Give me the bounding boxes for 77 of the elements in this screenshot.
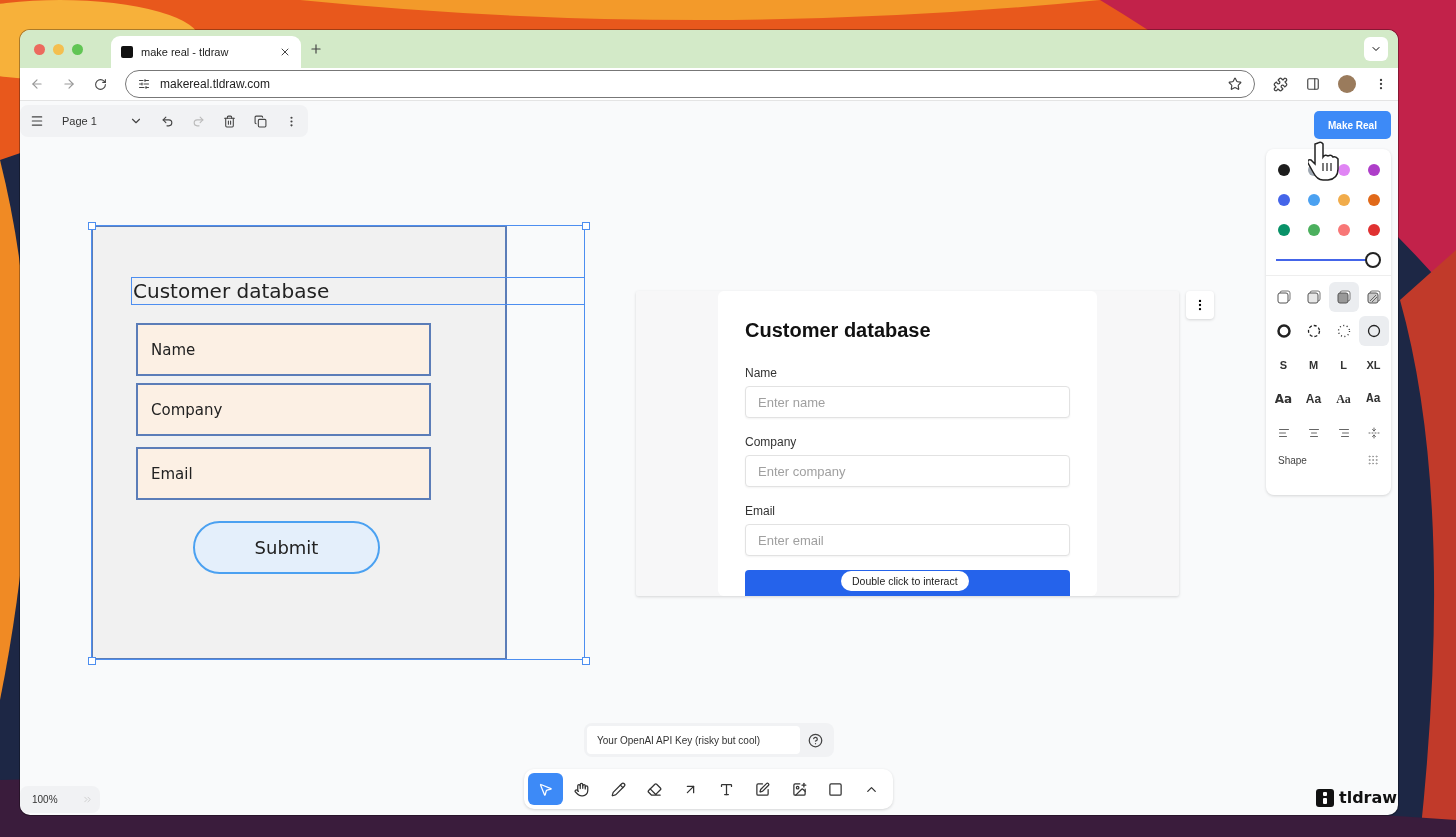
fill-icon (1306, 290, 1321, 304)
close-icon[interactable] (279, 46, 291, 58)
text-icon (719, 781, 735, 797)
sketch-field[interactable]: Name (136, 323, 431, 376)
square-icon (827, 781, 843, 797)
align-icon (1277, 427, 1290, 439)
font-option[interactable]: Aa (1328, 384, 1359, 414)
slider-thumb[interactable] (1365, 252, 1381, 268)
field-label: Company (745, 435, 798, 450)
font-option[interactable]: Aa (1268, 384, 1299, 414)
image-icon (791, 781, 807, 797)
help-icon[interactable] (808, 732, 823, 748)
size-option[interactable]: S (1268, 350, 1299, 380)
align-icon (1367, 427, 1380, 439)
fill-icon (1336, 290, 1351, 304)
forward-icon[interactable] (62, 77, 76, 91)
sketch-field[interactable]: Company (136, 383, 431, 436)
align-icon (1337, 427, 1350, 439)
font-option[interactable]: Aa (1298, 384, 1329, 414)
minimize-window-dot[interactable] (53, 43, 64, 55)
stroke-icon (1366, 324, 1381, 338)
maximize-window-dot[interactable] (72, 43, 83, 55)
sketch-field[interactable]: Email (136, 447, 431, 500)
resize-handle[interactable] (582, 222, 590, 230)
input-field[interactable]: Enter name (745, 386, 1070, 419)
size-option[interactable]: L (1328, 350, 1359, 380)
size-option[interactable]: XL (1358, 350, 1389, 380)
fill-option[interactable] (1328, 282, 1359, 312)
stroke-option[interactable] (1358, 316, 1389, 346)
sketch-button[interactable]: Submit (193, 521, 380, 574)
resize-handle[interactable] (582, 657, 590, 665)
tab-search-button[interactable] (1364, 37, 1388, 61)
menu-icon[interactable] (30, 114, 44, 128)
star-icon[interactable] (1228, 77, 1242, 91)
eraser-icon (646, 781, 662, 797)
stroke-icon (1306, 324, 1321, 338)
pencil-icon (610, 781, 626, 797)
input-field[interactable]: Enter email (745, 524, 1070, 557)
side-panel-icon[interactable] (1306, 77, 1320, 91)
fill-icon (1366, 290, 1381, 304)
interact-hint: Double click to interact (841, 571, 969, 591)
duplicate-icon[interactable] (254, 114, 267, 128)
sketch-title[interactable]: Customer database (131, 277, 585, 305)
input-field[interactable]: Enter company (745, 455, 1070, 488)
new-tab-icon[interactable] (309, 42, 323, 56)
section-label: Shape (1278, 454, 1307, 466)
field-label: Email (745, 504, 776, 519)
form-title: Customer database (745, 319, 932, 342)
fill-icon (1276, 290, 1291, 304)
page-name[interactable]: Page 1 (62, 115, 111, 127)
grip-icon[interactable] (1367, 454, 1379, 466)
selection-box[interactable] (91, 225, 585, 660)
align-icon (1307, 427, 1320, 439)
size-option[interactable]: M (1298, 350, 1329, 380)
puzzle-icon[interactable] (1273, 76, 1288, 92)
close-window-dot[interactable] (34, 43, 45, 55)
back-icon[interactable] (30, 77, 44, 91)
resize-handle[interactable] (88, 222, 96, 230)
reload-icon[interactable] (94, 77, 107, 91)
site-settings-icon[interactable] (138, 78, 150, 90)
note-icon (755, 781, 771, 797)
browser-tab[interactable]: make real - tldraw (111, 36, 301, 68)
stroke-icon (1336, 324, 1351, 338)
logo-icon (1316, 788, 1334, 807)
hand-icon (574, 781, 590, 797)
font-option[interactable]: Aa (1358, 384, 1389, 414)
zoom-level[interactable]: 100% (32, 794, 58, 805)
tldraw-favicon-icon (121, 46, 133, 58)
trash-icon[interactable] (223, 114, 236, 128)
logo-text: tldraw (1339, 788, 1398, 807)
select-icon (538, 781, 554, 797)
stroke-icon (1276, 324, 1291, 338)
undo-icon[interactable] (161, 114, 174, 128)
field-label: Name (745, 366, 778, 380)
avatar[interactable] (1338, 75, 1356, 93)
api-key-field[interactable]: Your OpenAI API Key (risky but cool) (587, 726, 800, 754)
resize-handle[interactable] (88, 657, 96, 665)
